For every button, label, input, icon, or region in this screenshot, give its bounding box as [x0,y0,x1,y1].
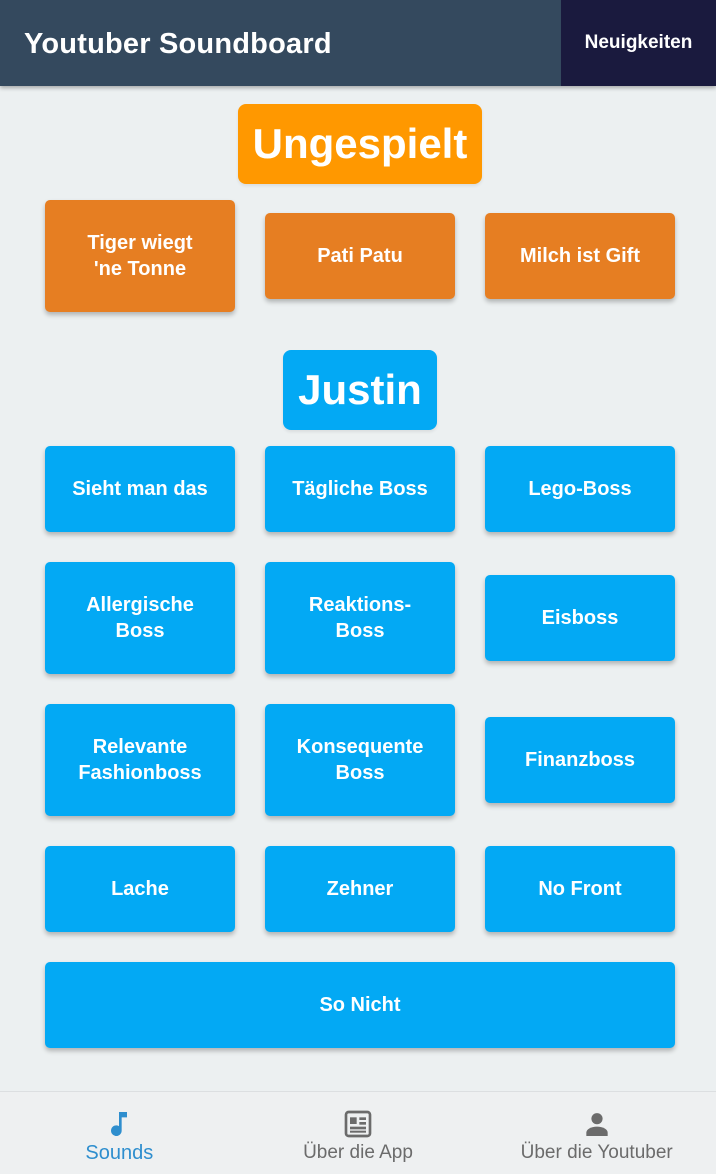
sound-button-label: So Nicht [319,994,401,1016]
sound-button-pati-patu[interactable]: Pati Patu [265,213,455,299]
sound-button-label: Relevante Fashionboss [78,736,202,784]
sound-button-label: No Front [538,878,622,900]
section-title-unplayed: Ungespielt [238,104,482,184]
sound-button-label: Allergische Boss [86,594,194,642]
sound-button-label: Pati Patu [317,245,403,267]
sound-button-so-nicht[interactable]: So Nicht [45,962,675,1048]
sound-button-finanzboss[interactable]: Finanzboss [485,717,675,803]
nav-item-about-app[interactable]: Über die App [239,1092,478,1174]
app-bar: Youtuber Soundboard Neuigkeiten [0,0,716,86]
news-button[interactable]: Neuigkeiten [561,0,716,86]
sound-button-taegliche-boss[interactable]: Tägliche Boss [265,446,455,532]
sound-button-milch-ist-gift[interactable]: Milch ist Gift [485,213,675,299]
newspaper-icon [344,1110,372,1138]
nav-item-about-youtuber[interactable]: Über die Youtuber [477,1092,716,1174]
sound-button-label: Finanzboss [524,749,635,771]
sound-button-label: Konsequente Boss [296,736,424,784]
sound-button-allergische-boss[interactable]: Allergische Boss [45,562,235,674]
sound-button-label: Tiger wiegt'ne Tonne [87,232,193,280]
sound-button-label: Eisboss [541,607,619,629]
nav-item-sounds[interactable]: Sounds [0,1092,239,1174]
sound-button-label: Tägliche Boss [292,478,428,500]
sound-button-label: Sieht man das [72,478,208,500]
app-title: Youtuber Soundboard [24,28,332,60]
sound-button-lache[interactable]: Lache [45,846,235,932]
sound-button-eisboss[interactable]: Eisboss [485,575,675,661]
section-title-justin: Justin [283,350,437,430]
sound-button-sieht-man-das[interactable]: Sieht man das [45,446,235,532]
bottom-navigation: Sounds Über die App Über die Youtuber [0,1091,716,1174]
sound-button-no-front[interactable]: No Front [485,846,675,932]
nav-label-sounds: Sounds [85,1142,154,1164]
sound-button-label: Lego-Boss [528,478,632,500]
sound-button-label: Lache [111,878,169,900]
sound-button-tiger-wiegt-ne-tonne[interactable]: Tiger wiegt'ne Tonne [45,200,235,312]
nav-label-about-app: Über die App [303,1142,413,1163]
sound-button-relevante-fashionboss[interactable]: Relevante Fashionboss [45,704,235,816]
person-icon [586,1113,608,1136]
sound-button-reaktions-boss[interactable]: Reaktions- Boss [265,562,455,674]
sound-button-label: Milch ist Gift [520,245,640,267]
sound-button-konsequente-boss[interactable]: Konsequente Boss [265,704,455,816]
sound-button-label: Zehner [326,878,394,900]
music-note-icon [111,1112,128,1137]
sound-button-zehner[interactable]: Zehner [265,846,455,932]
sound-button-label: Reaktions- Boss [308,594,412,642]
sound-button-lego-boss[interactable]: Lego-Boss [485,446,675,532]
nav-label-about-youtuber: Über die Youtuber [520,1142,673,1163]
